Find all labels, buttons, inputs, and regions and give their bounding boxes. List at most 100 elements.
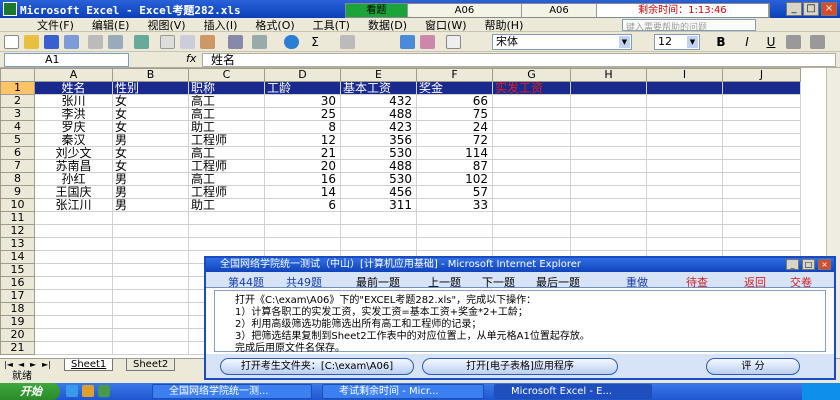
data-cell[interactable] <box>646 146 723 160</box>
pending-button[interactable]: 待查 <box>686 274 708 290</box>
data-cell[interactable]: 12 <box>264 133 341 147</box>
data-cell[interactable]: 20 <box>264 159 341 173</box>
data-cell[interactable] <box>722 172 801 186</box>
data-cell[interactable] <box>34 224 113 238</box>
data-cell[interactable] <box>112 224 189 238</box>
data-cell[interactable] <box>340 211 417 225</box>
autosum-button[interactable]: Σ <box>306 34 324 50</box>
column-header[interactable]: D <box>264 68 341 82</box>
hyperlink-icon[interactable] <box>284 35 299 49</box>
data-cell[interactable] <box>722 224 801 238</box>
row-header[interactable]: 7 <box>0 159 35 173</box>
data-cell[interactable] <box>34 328 113 342</box>
data-cell[interactable]: 102 <box>416 172 493 186</box>
column-header[interactable]: A <box>34 68 113 82</box>
data-cell[interactable] <box>570 159 647 173</box>
data-cell[interactable] <box>722 211 801 225</box>
column-header[interactable]: I <box>646 68 723 82</box>
data-cell[interactable] <box>112 328 189 342</box>
data-cell[interactable]: 女 <box>112 146 189 160</box>
first-sheet-icon[interactable]: |◄ <box>4 360 14 370</box>
data-cell[interactable] <box>492 198 571 212</box>
row-header[interactable]: 4 <box>0 120 35 134</box>
row-header[interactable]: 21 <box>0 341 35 355</box>
data-cell[interactable]: 女 <box>112 159 189 173</box>
data-cell[interactable] <box>112 276 189 290</box>
data-cell[interactable] <box>416 237 493 251</box>
data-cell[interactable] <box>722 107 801 121</box>
data-cell[interactable]: 男 <box>112 185 189 199</box>
header-cell[interactable]: 基本工资 <box>340 81 417 95</box>
open-spreadsheet-app-button[interactable]: 打开[电子表格]应用程序 <box>422 358 618 375</box>
header-cell[interactable] <box>570 81 647 95</box>
formula-input[interactable]: 姓名 <box>202 53 836 67</box>
menu-help[interactable]: 帮助(H) <box>476 17 533 33</box>
data-cell[interactable] <box>492 172 571 186</box>
data-cell[interactable] <box>570 211 647 225</box>
header-cell[interactable]: 工龄 <box>264 81 341 95</box>
data-cell[interactable] <box>34 289 113 303</box>
data-cell[interactable]: 6 <box>264 198 341 212</box>
data-cell[interactable] <box>646 185 723 199</box>
header-cell[interactable]: 实发工资 <box>492 81 571 95</box>
row-header[interactable]: 2 <box>0 94 35 108</box>
menu-window[interactable]: 窗口(W) <box>416 17 475 33</box>
row-header[interactable]: 14 <box>0 250 35 264</box>
data-cell[interactable]: 8 <box>264 120 341 134</box>
column-header[interactable]: G <box>492 68 571 82</box>
data-cell[interactable] <box>264 211 341 225</box>
menu-tools[interactable]: 工具(T) <box>304 17 359 33</box>
data-cell[interactable] <box>570 120 647 134</box>
data-cell[interactable] <box>34 302 113 316</box>
print-preview-icon[interactable] <box>108 35 123 49</box>
row-header[interactable]: 20 <box>0 328 35 342</box>
first-question-button[interactable]: 最前一题 <box>356 274 400 290</box>
data-cell[interactable]: 530 <box>340 146 417 160</box>
data-cell[interactable] <box>570 107 647 121</box>
folder-icon[interactable] <box>82 385 94 397</box>
row-header[interactable]: 16 <box>0 276 35 290</box>
data-cell[interactable]: 456 <box>340 185 417 199</box>
header-cell[interactable]: 性别 <box>112 81 189 95</box>
zoom-icon[interactable] <box>446 35 461 49</box>
select-all-corner[interactable] <box>0 68 35 82</box>
save-icon[interactable] <box>44 35 59 49</box>
data-cell[interactable] <box>492 146 571 160</box>
data-cell[interactable] <box>492 185 571 199</box>
data-cell[interactable]: 30 <box>264 94 341 108</box>
data-cell[interactable] <box>340 237 417 251</box>
data-cell[interactable] <box>570 198 647 212</box>
data-cell[interactable] <box>416 224 493 238</box>
row-header[interactable]: 5 <box>0 133 35 147</box>
column-header[interactable]: H <box>570 68 647 82</box>
menu-format[interactable]: 格式(O) <box>246 17 303 33</box>
data-cell[interactable]: 女 <box>112 107 189 121</box>
data-cell[interactable]: 432 <box>340 94 417 108</box>
column-header[interactable]: E <box>340 68 417 82</box>
data-cell[interactable] <box>188 237 265 251</box>
data-cell[interactable]: 罗庆 <box>34 120 113 134</box>
taskbar-item-timer[interactable]: 考试剩余时间 - Micr... <box>322 384 484 399</box>
data-cell[interactable] <box>188 211 265 225</box>
return-button[interactable]: 返回 <box>744 274 766 290</box>
data-cell[interactable] <box>722 237 801 251</box>
data-cell[interactable]: 孙红 <box>34 172 113 186</box>
tab-sheet2[interactable]: Sheet2 <box>126 359 176 371</box>
data-cell[interactable] <box>34 250 113 264</box>
data-cell[interactable]: 刘少文 <box>34 146 113 160</box>
spelling-icon[interactable] <box>134 35 149 49</box>
data-cell[interactable] <box>646 107 723 121</box>
data-cell[interactable] <box>492 224 571 238</box>
data-cell[interactable] <box>722 120 801 134</box>
data-cell[interactable] <box>492 133 571 147</box>
cut-icon[interactable] <box>160 35 175 49</box>
row-header[interactable]: 9 <box>0 185 35 199</box>
data-cell[interactable] <box>722 198 801 212</box>
font-size-select[interactable]: 12 ▼ <box>654 34 700 50</box>
menu-view[interactable]: 视图(V) <box>138 17 194 33</box>
data-cell[interactable]: 16 <box>264 172 341 186</box>
data-cell[interactable]: 助工 <box>188 198 265 212</box>
row-header[interactable]: 12 <box>0 224 35 238</box>
data-cell[interactable] <box>492 237 571 251</box>
sort-ascending-icon[interactable] <box>340 35 355 49</box>
